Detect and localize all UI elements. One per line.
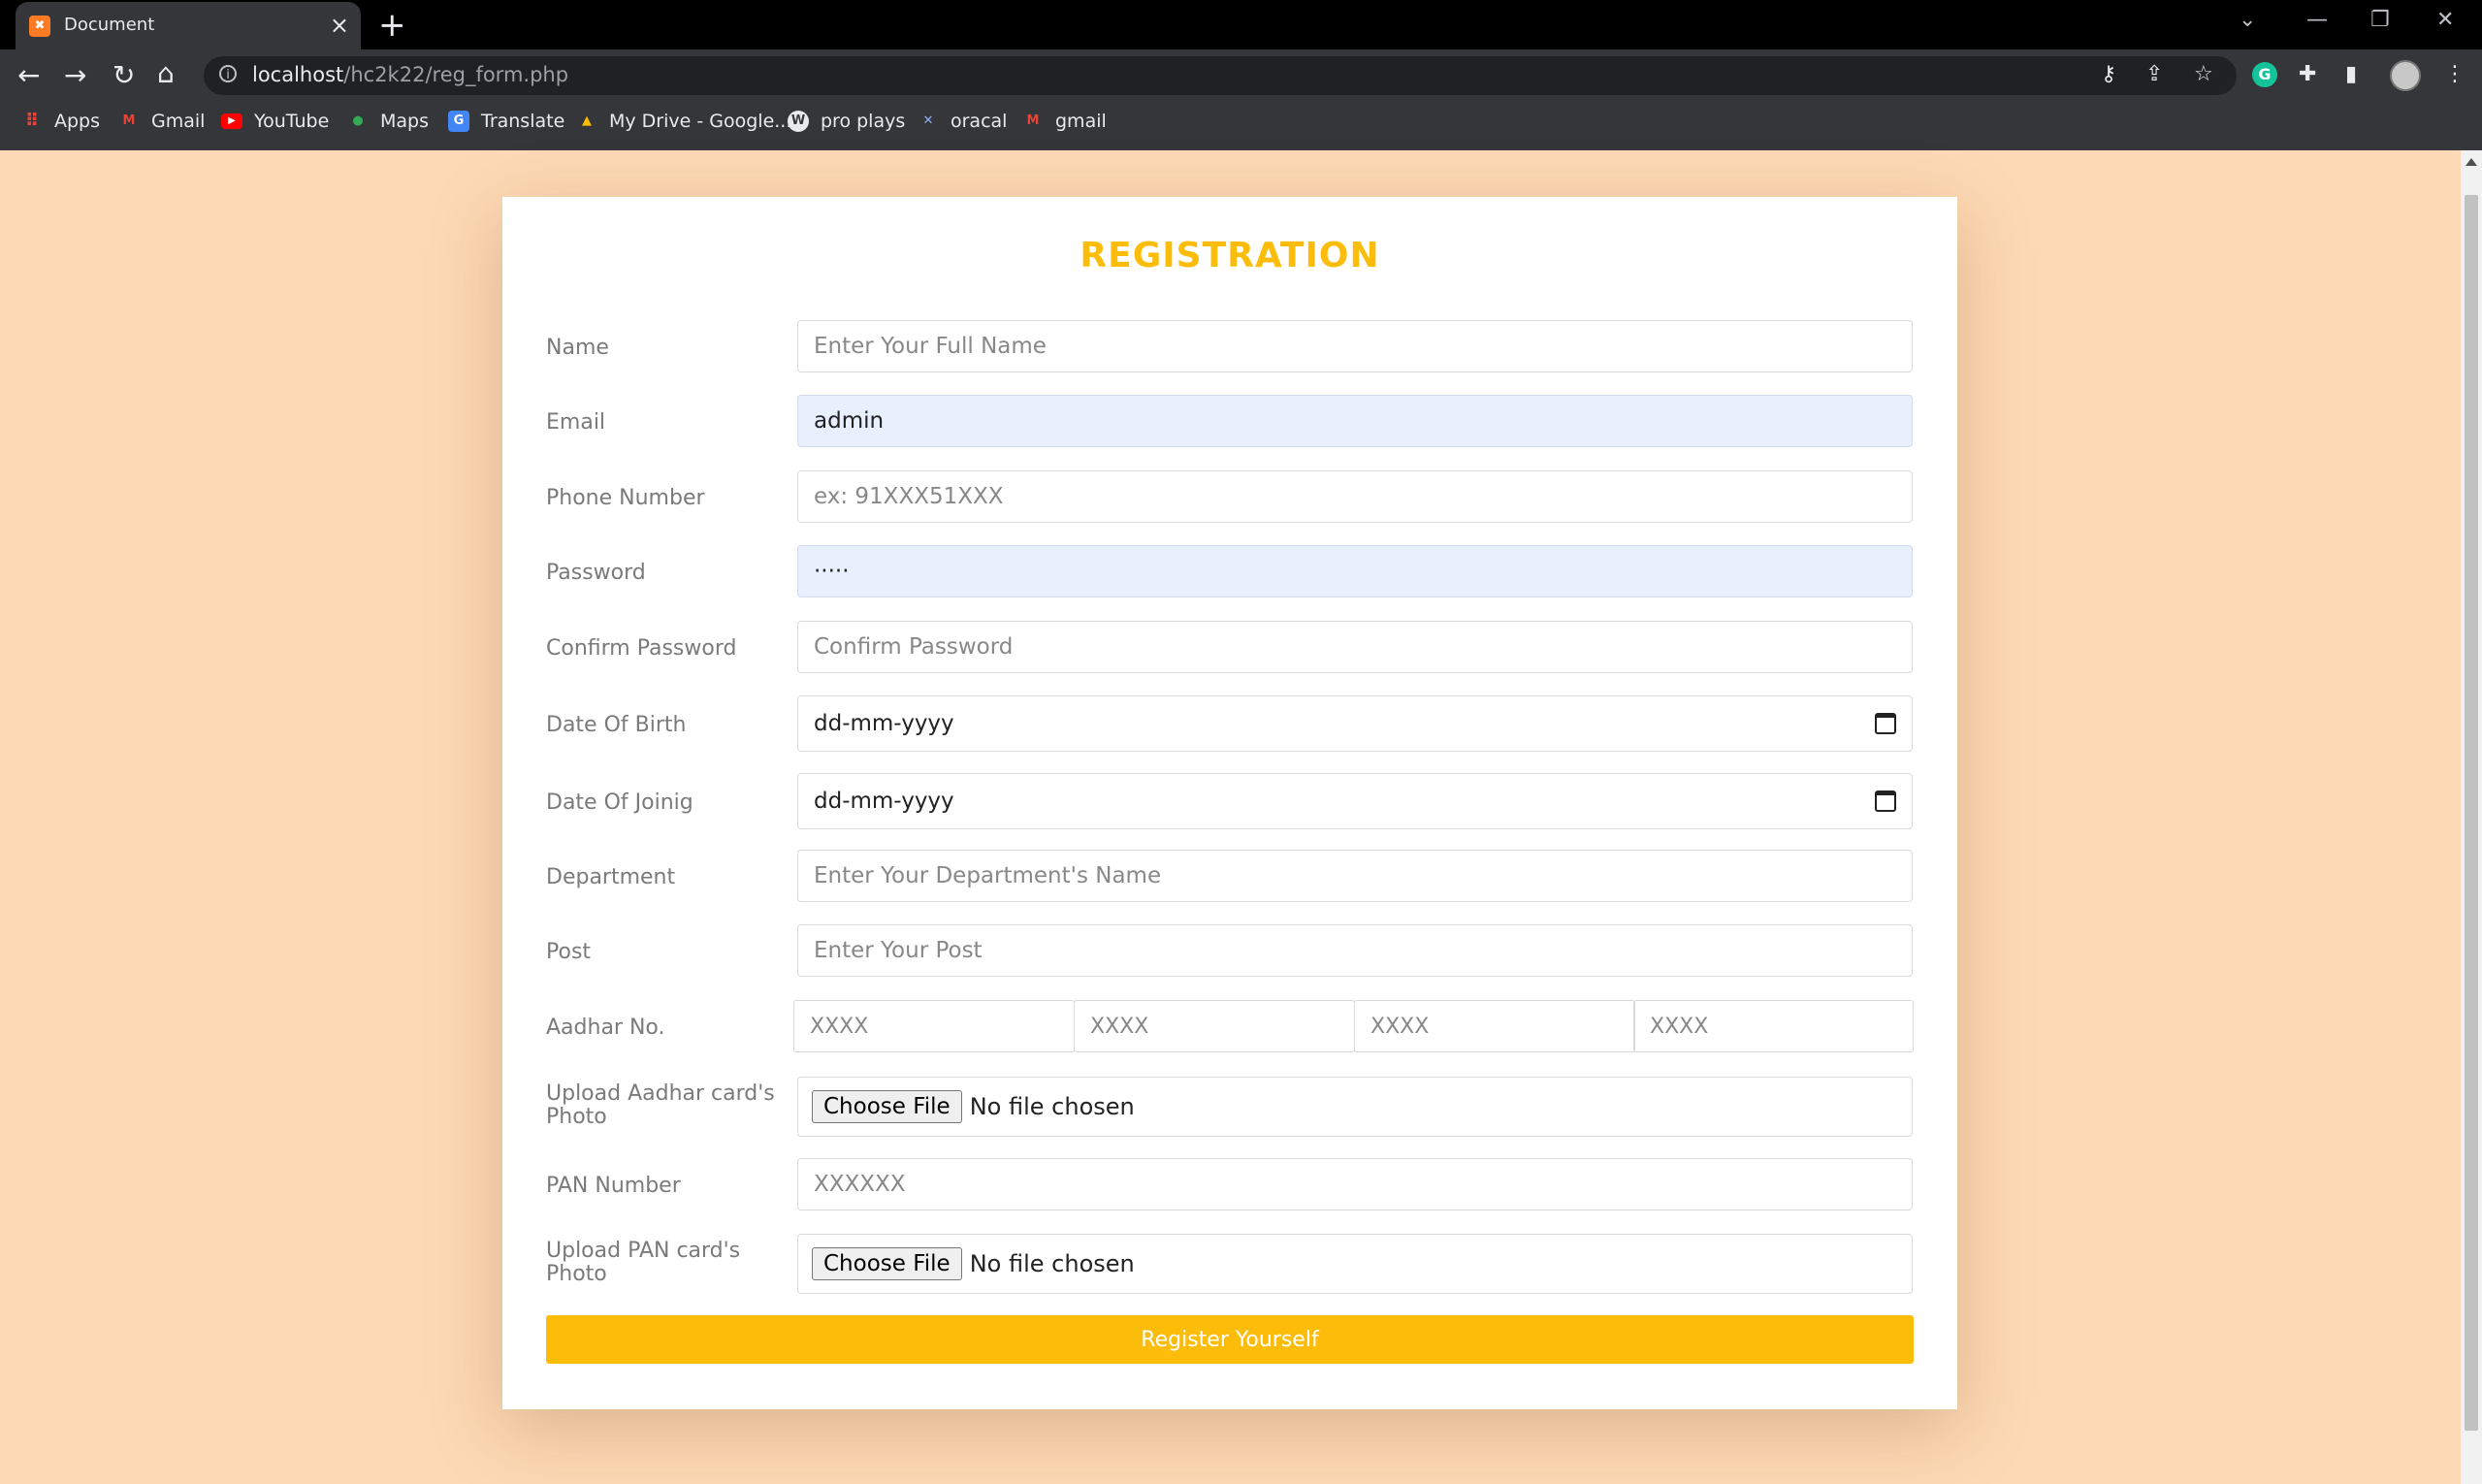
aadhar-part-3-input[interactable]: XXXX (1354, 1000, 1635, 1052)
wordpress-icon: W (788, 111, 809, 132)
drive-icon: ▲ (582, 113, 592, 128)
pan-input[interactable]: XXXXXX (797, 1158, 1913, 1210)
doj-date-input[interactable]: dd-mm-yyyy (797, 773, 1913, 829)
aadhar-file-status: No file chosen (969, 1093, 1135, 1120)
gmail-icon: M (122, 113, 136, 128)
pan-photo-file-input[interactable]: Choose File No file chosen (797, 1234, 1913, 1294)
profile-avatar[interactable] (2390, 60, 2421, 91)
pan-photo-label: Upload PAN card's Photo (546, 1239, 741, 1286)
back-icon[interactable]: ← (17, 59, 40, 91)
registration-card: REGISTRATION Name Enter Your Full Name E… (502, 197, 1957, 1409)
youtube-icon: ▶ (221, 113, 242, 129)
password-input[interactable]: ····· (797, 545, 1913, 597)
gmail-icon: M (1026, 113, 1040, 128)
aadhar-part-4-input[interactable]: XXXX (1633, 1000, 1914, 1052)
menu-kebab-icon[interactable]: ⋮ (2444, 62, 2466, 86)
email-label: Email (546, 410, 606, 435)
phone-input[interactable]: ex: 91XXX51XXX (797, 470, 1913, 523)
tab-strip: ✖ Document × + ⌄ — ❐ ✕ (0, 0, 2482, 49)
side-panel-icon[interactable]: ▮ (2345, 62, 2357, 86)
bookmark-youtube[interactable]: ▶ YouTube (221, 111, 329, 132)
share-icon[interactable]: ⇪ (2145, 62, 2163, 86)
pan-choose-file-button[interactable]: Choose File (812, 1247, 962, 1280)
bookmarks-bar: ⠿ Apps M Gmail ▶ YouTube ● Maps G Translate ▲… (0, 105, 2482, 144)
new-tab-icon[interactable]: + (378, 6, 406, 45)
bookmark-apps[interactable]: ⠿ Apps (21, 111, 100, 132)
department-label: Department (546, 865, 676, 889)
bookmark-gmail[interactable]: M Gmail (118, 111, 206, 132)
bookmark-star-icon[interactable]: ☆ (2194, 62, 2213, 86)
bookmark-maps[interactable]: ● Maps (347, 111, 429, 132)
doj-label: Date Of Joinig (546, 790, 693, 815)
confirm-password-label: Confirm Password (546, 636, 737, 661)
aadhar-part-1-input[interactable]: XXXX (793, 1000, 1075, 1052)
forward-icon[interactable]: → (64, 59, 86, 91)
address-bar[interactable]: i localhost/hc2k22/reg_form.php (204, 56, 2237, 95)
calendar-icon[interactable] (1875, 790, 1896, 812)
page-scrollbar[interactable] (2461, 150, 2482, 1484)
register-button[interactable]: Register Yourself (546, 1315, 1914, 1364)
aadhar-part-2-input[interactable]: XXXX (1074, 1000, 1355, 1052)
confirm-password-input[interactable]: Confirm Password (797, 621, 1913, 673)
bookmark-pro-plays[interactable]: Wpro plays (788, 111, 905, 132)
pan-label: PAN Number (546, 1174, 681, 1198)
scroll-thumb[interactable] (2465, 195, 2478, 1431)
form-title: REGISTRATION (1080, 236, 1380, 275)
url-text: localhost/hc2k22/reg_form.php (252, 63, 569, 86)
name-input[interactable]: Enter Your Full Name (797, 320, 1913, 372)
translate-icon: G (448, 111, 469, 132)
aadhar-choose-file-button[interactable]: Choose File (812, 1090, 962, 1123)
maps-pin-icon: ● (352, 113, 364, 128)
bookmark-drive[interactable]: ▲ My Drive - Google... (576, 111, 791, 132)
minimize-icon[interactable]: — (2306, 8, 2328, 32)
xampp-favicon-icon: ✖ (29, 16, 50, 37)
tab-search-icon[interactable]: ⌄ (2239, 8, 2256, 32)
restore-icon[interactable]: ❐ (2370, 8, 2390, 32)
dob-value: dd-mm-yyyy (814, 711, 954, 736)
browser-tab[interactable]: ✖ Document × (16, 2, 361, 49)
bookmark-translate[interactable]: G Translate (448, 111, 564, 132)
extensions-puzzle-icon[interactable]: ✚ (2299, 62, 2316, 86)
aadhar-photo-file-input[interactable]: Choose File No file chosen (797, 1077, 1913, 1137)
tab-title: Document (64, 15, 155, 35)
name-label: Name (546, 336, 609, 360)
bookmark-oracal[interactable]: ✕ oracal (918, 111, 1008, 132)
scroll-up-arrow-icon[interactable] (2466, 158, 2477, 166)
tab-close-icon[interactable]: × (330, 12, 349, 39)
apps-grid-icon: ⠿ (24, 111, 40, 131)
oracle-icon: ✕ (922, 113, 934, 128)
close-window-icon[interactable]: ✕ (2436, 8, 2454, 32)
home-icon[interactable]: ⌂ (157, 57, 175, 89)
email-input[interactable]: admin (797, 395, 1913, 447)
department-input[interactable]: Enter Your Department's Name (797, 850, 1913, 902)
dob-date-input[interactable]: dd-mm-yyyy (797, 695, 1913, 752)
aadhar-photo-label: Upload Aadhar card's Photo (546, 1081, 775, 1129)
doj-value: dd-mm-yyyy (814, 789, 954, 814)
post-input[interactable]: Enter Your Post (797, 924, 1913, 977)
bookmark-gmail-2[interactable]: Mgmail (1022, 111, 1107, 132)
pan-file-status: No file chosen (969, 1250, 1135, 1277)
site-info-icon[interactable]: i (219, 65, 237, 82)
reload-icon[interactable]: ↻ (113, 59, 135, 91)
aadhar-label: Aadhar No. (546, 1016, 665, 1040)
password-label: Password (546, 561, 646, 585)
post-label: Post (546, 940, 592, 964)
phone-label: Phone Number (546, 486, 705, 510)
calendar-icon[interactable] (1875, 713, 1896, 734)
password-key-icon[interactable]: ⚷ (2101, 62, 2116, 86)
grammarly-extension-icon[interactable]: G (2252, 62, 2277, 87)
dob-label: Date Of Birth (546, 713, 687, 737)
